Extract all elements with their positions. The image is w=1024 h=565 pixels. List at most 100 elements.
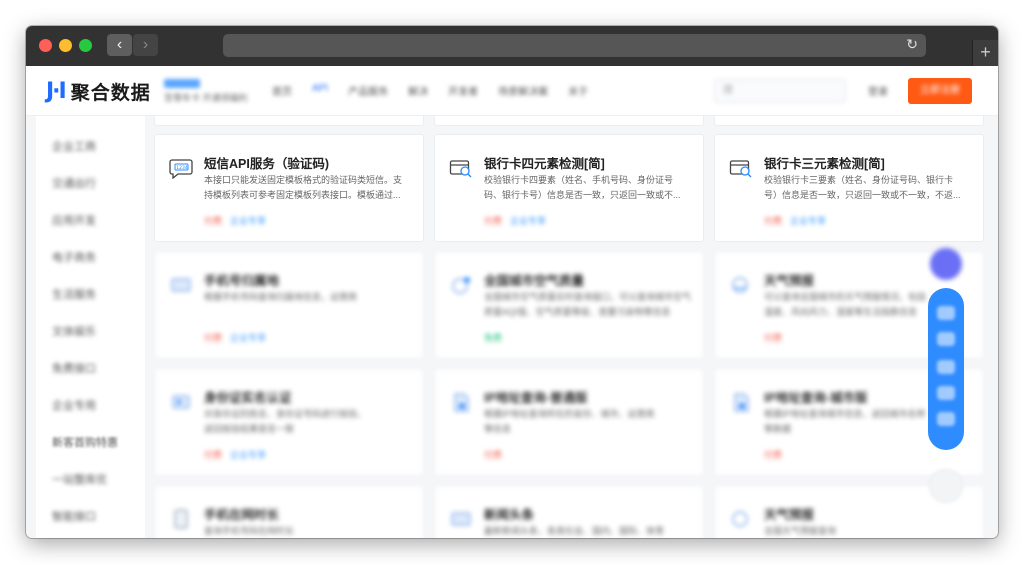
card-title: IP地址查询-普通版: [484, 391, 588, 405]
menu-item-solutions[interactable]: 解决: [408, 83, 428, 98]
card-description: 全国城市空气质量实时查询接口，可以查询城市空气 质量AQI值、空气质量等级、首要…: [484, 292, 692, 317]
card-description: 校验银行卡四要素（姓名、手机号码、身份证号 码、银行卡号）信息是否一致，只返回一…: [484, 175, 681, 200]
sidebar-item[interactable]: 电子商务: [52, 249, 96, 265]
card-title: IP地址查询-城市版: [764, 391, 868, 405]
signup-button[interactable]: 立即注册: [908, 78, 972, 104]
site-header: J·I 聚合数据 至尊年卡 开通领福利 首页 API 产品服务 解决 开发者 场…: [26, 66, 998, 116]
price-tag: 付费: [204, 450, 223, 460]
browser-titlebar: ‹ › ↻ +: [26, 26, 998, 66]
login-link[interactable]: 登录: [868, 83, 888, 98]
api-card[interactable]: 身份证实名认证 对身份证的姓名、身份证号码进行核验， 返回核验结果是否一致 付费…: [154, 368, 424, 476]
phone-icon: [171, 278, 191, 292]
card-description: 根据手机号码查询归属地信息，运营商: [204, 292, 358, 302]
feedback-icon[interactable]: [937, 386, 955, 400]
minimize-window-button[interactable]: [59, 39, 72, 52]
card-title: 短信API服务（验证码): [204, 157, 330, 171]
api-card[interactable]: 全国城市空气质量 全国城市空气质量实时查询接口，可以查询城市空气 质量AQI值、…: [434, 251, 704, 359]
card-title: 新闻头条: [484, 508, 535, 522]
free-tag: 免费: [484, 333, 503, 343]
api-card[interactable]: 银行卡四元素检测[简] 校验银行卡四要素（姓名、手机号码、身份证号 码、银行卡号…: [434, 134, 704, 242]
menu-item-developers[interactable]: 开发者: [448, 83, 478, 98]
signup-label: 立即注册: [920, 85, 960, 96]
sidebar-item[interactable]: 新客首购特惠: [52, 434, 118, 450]
menu-item-products[interactable]: 产品服务: [348, 83, 388, 98]
api-card[interactable]: IP地址查询-普通版 根据IP地址查询所在的省份、城市、运营商 等信息 付费: [434, 368, 704, 476]
chevron-left-icon: ‹: [116, 36, 123, 53]
sidebar-item[interactable]: 智能接口: [52, 508, 96, 524]
sidebar-item[interactable]: 应用开发: [52, 212, 96, 228]
api-card[interactable]: 手机号归属地 根据手机号码查询归属地信息，运营商 付费 企业专享: [154, 251, 424, 359]
assistant-robot-icon[interactable]: [930, 248, 962, 280]
sidebar-item[interactable]: 生活服务: [52, 286, 96, 302]
address-bar[interactable]: ↻: [223, 34, 926, 57]
card-tags: 付费 企业专享: [204, 214, 266, 227]
sidebar-item[interactable]: 企业专用: [52, 397, 96, 413]
menu-item-about[interactable]: 关于: [568, 83, 588, 98]
card-title: 身份证实名认证: [204, 391, 292, 405]
sidebar-item[interactable]: 文体娱乐: [52, 323, 96, 339]
sidebar-item[interactable]: 企业工商: [52, 138, 96, 154]
api-card[interactable]: 银行卡三元素检测[简] 校验银行卡三要素（姓名、身份证号码、银行卡 号）信息是否…: [714, 134, 984, 242]
forward-button[interactable]: ›: [133, 34, 158, 56]
card-title: 天气预报: [764, 508, 815, 522]
category-sidebar: 企业工商 交通出行 应用开发 电子商务 生活服务 文体娱乐 免费接口 企业专用 …: [36, 116, 145, 538]
menu-item-api[interactable]: API: [312, 83, 328, 98]
chevron-right-icon: ›: [142, 36, 149, 53]
price-tag: 付费: [764, 450, 783, 460]
sidebar-item[interactable]: 交通出行: [52, 175, 96, 191]
card-tags: 付费: [484, 448, 502, 461]
price-tag: 付费: [484, 450, 503, 460]
api-card[interactable]: 手机在网时长 查询手机号码在网时长: [154, 485, 424, 538]
enterprise-tag: 企业专享: [230, 216, 267, 226]
promo-subtitle: 至尊年卡 开通领福利: [164, 93, 248, 103]
phone-contact-icon[interactable]: [937, 412, 955, 426]
site-logo[interactable]: J·I 聚合数据: [46, 78, 151, 104]
card-description: 校验银行卡三要素（姓名、身份证号码、银行卡 号）信息是否一致，只返回一致或不一致…: [764, 175, 961, 200]
svg-text:1234: 1234: [176, 165, 188, 171]
bank-card-icon: [449, 160, 472, 178]
air-quality-icon: [452, 277, 470, 294]
promo-banner[interactable]: 至尊年卡 开通领福利: [164, 79, 256, 103]
back-button[interactable]: ‹: [107, 34, 132, 56]
price-tag: 付费: [204, 333, 223, 343]
maximize-window-button[interactable]: [79, 39, 92, 52]
api-card-grid: 1234 短信API服务（验证码) 本接口只能发送固定模板格式的验证码类短信。支…: [154, 116, 998, 538]
price-tag: 付费: [764, 333, 783, 343]
card-strip: [154, 116, 424, 126]
back-to-top-button[interactable]: [929, 469, 963, 503]
price-tag: 付费: [764, 216, 783, 226]
card-strip: [434, 116, 704, 126]
sidebar-item[interactable]: 免费接口: [52, 360, 96, 376]
api-card[interactable]: 新闻头条 最新新闻头条，各类社会、国内、国际、体育: [434, 485, 704, 538]
floating-service-bar: [928, 288, 964, 450]
bank-card-icon: [729, 160, 752, 178]
menu-item-scenarios[interactable]: 场景解决案: [498, 83, 548, 98]
card-title: 手机在网时长: [204, 508, 280, 522]
menu-item-home[interactable]: 首页: [272, 83, 292, 98]
new-tab-button[interactable]: +: [972, 40, 998, 66]
enterprise-tag: 企业专享: [790, 216, 827, 226]
card-description: 本接口只能发送固定模板格式的验证码类短信。支 持模板列表可参考固定模板列表接口。…: [204, 175, 403, 200]
close-window-button[interactable]: [39, 39, 52, 52]
sidebar-item[interactable]: 一站整库优: [52, 471, 107, 487]
news-icon: [451, 512, 471, 526]
weather-icon: [732, 511, 748, 527]
logo-mark-icon: J·I: [46, 78, 67, 104]
card-tags: 付费: [764, 448, 782, 461]
consult-icon[interactable]: [937, 306, 955, 320]
api-card[interactable]: 1234 短信API服务（验证码) 本接口只能发送固定模板格式的验证码类短信。支…: [154, 134, 424, 242]
card-title: 银行卡四元素检测[简]: [484, 157, 605, 171]
search-placeholder: 搜: [723, 85, 733, 96]
card-description: 全国天气预报查询: [764, 526, 837, 536]
reload-icon[interactable]: ↻: [906, 36, 918, 53]
logo-text: 聚合数据: [70, 82, 151, 104]
card-description: 查询手机号码在网时长: [204, 526, 295, 536]
card-tags: 付费 企业专享: [204, 331, 266, 344]
service-icon[interactable]: [937, 332, 955, 346]
wechat-icon[interactable]: [937, 360, 955, 374]
sms-icon: 1234: [169, 159, 193, 179]
search-input[interactable]: 搜: [714, 79, 846, 103]
card-title: 全国城市空气质量: [484, 274, 585, 288]
price-tag: 付费: [204, 216, 223, 226]
card-title: 天气预报: [764, 274, 815, 288]
